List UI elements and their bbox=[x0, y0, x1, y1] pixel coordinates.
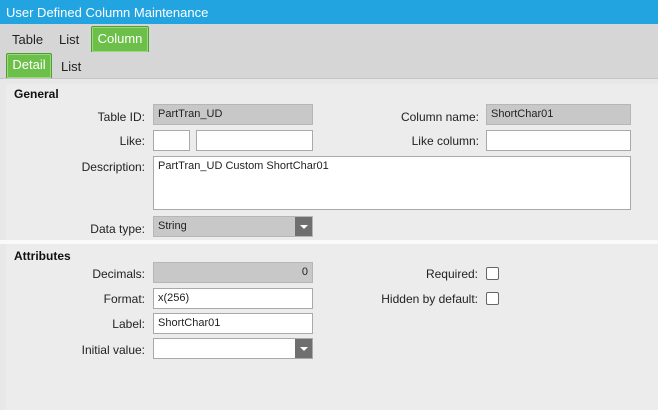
label-label: Label: bbox=[112, 317, 145, 331]
description-textarea[interactable]: PartTran_UD Custom ShortChar01 bbox=[153, 156, 631, 210]
chevron-down-icon[interactable] bbox=[295, 217, 312, 236]
like-column-label: Like column: bbox=[411, 134, 479, 148]
label-input[interactable]: ShortChar01 bbox=[153, 313, 313, 334]
window-title: User Defined Column Maintenance bbox=[6, 5, 209, 20]
decimals-field: 0 bbox=[153, 262, 313, 283]
like-label: Like: bbox=[119, 134, 145, 148]
table-id-field: PartTran_UD bbox=[153, 104, 313, 125]
data-type-value: String bbox=[158, 220, 187, 232]
tab-detail[interactable]: Detail bbox=[6, 53, 52, 78]
chevron-down-icon[interactable] bbox=[295, 339, 312, 358]
required-label: Required: bbox=[425, 267, 478, 281]
initial-value-select[interactable] bbox=[153, 338, 313, 359]
tab-table[interactable]: Table bbox=[12, 32, 43, 47]
data-type-select[interactable]: String bbox=[153, 216, 313, 237]
format-input[interactable]: x(256) bbox=[153, 288, 313, 309]
title-bar: User Defined Column Maintenance bbox=[0, 0, 658, 24]
required-checkbox[interactable] bbox=[486, 267, 499, 280]
like-input[interactable] bbox=[153, 130, 190, 151]
column-name-field: ShortChar01 bbox=[486, 104, 631, 125]
like-description-input[interactable] bbox=[196, 130, 313, 151]
column-name-label: Column name: bbox=[400, 110, 479, 124]
hidden-by-default-label: Hidden by default: bbox=[381, 292, 478, 306]
tab-sub-list[interactable]: List bbox=[61, 59, 81, 74]
attributes-title: Attributes bbox=[14, 249, 71, 263]
decimals-label: Decimals: bbox=[92, 267, 145, 281]
tab-list[interactable]: List bbox=[59, 32, 79, 47]
format-label: Format: bbox=[103, 292, 145, 306]
sub-tab-bar: Detail List bbox=[0, 52, 658, 79]
like-column-input[interactable] bbox=[486, 130, 631, 151]
general-title: General bbox=[14, 87, 59, 101]
top-tab-bar: Table List Column bbox=[0, 24, 658, 53]
hidden-by-default-checkbox[interactable] bbox=[486, 292, 499, 305]
initial-value-label: Initial value: bbox=[81, 343, 145, 357]
data-type-label: Data type: bbox=[90, 222, 145, 236]
table-id-label: Table ID: bbox=[97, 110, 145, 124]
description-label: Description: bbox=[81, 160, 145, 174]
tab-column[interactable]: Column bbox=[91, 26, 149, 52]
